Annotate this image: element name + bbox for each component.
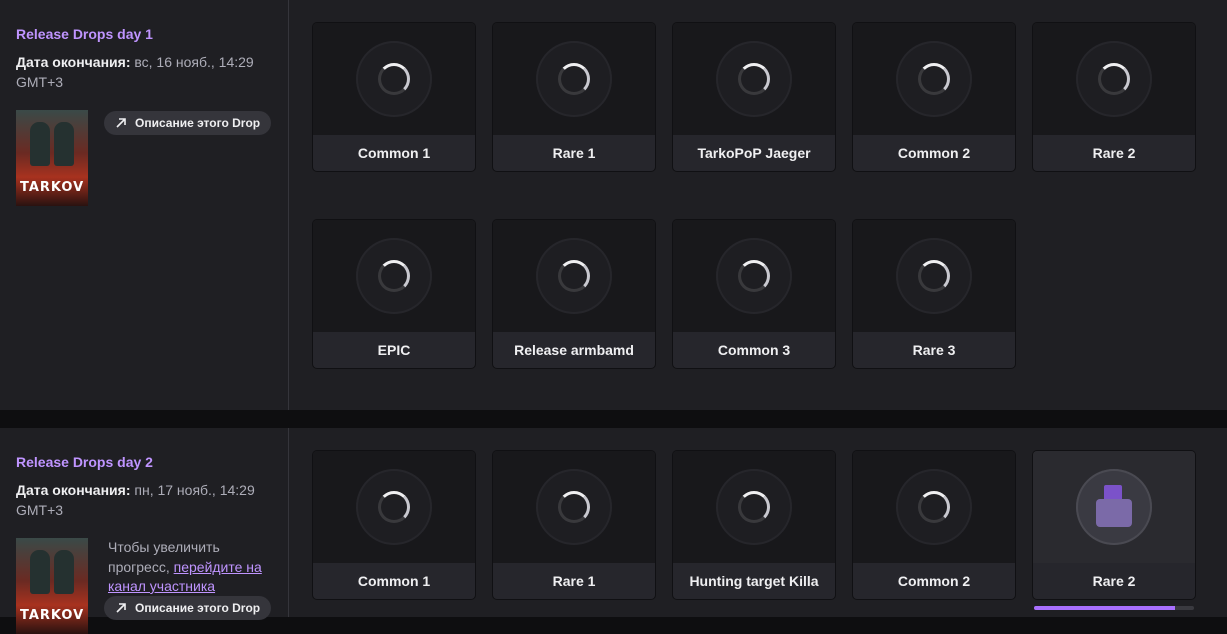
loading-spinner-icon — [378, 491, 410, 523]
reward-card[interactable]: EPIC — [313, 220, 475, 368]
reward-card[interactable]: Common 3 — [673, 220, 835, 368]
campaign-end-date: Дата окончания: вс, 16 нояб., 14:29 GMT+… — [16, 52, 276, 92]
reward-grid: Common 1 Rare 1 TarkoPoP Jaeger Common 2… — [289, 0, 1227, 410]
reward-card[interactable]: Hunting target Killa — [673, 451, 835, 599]
end-date-label: Дата окончания: — [16, 482, 131, 498]
soldier-figure — [30, 550, 50, 594]
reward-name: Rare 1 — [552, 145, 596, 161]
loading-spinner-icon — [1098, 63, 1130, 95]
reward-name: Rare 2 — [1092, 145, 1136, 161]
external-link-arrow-icon — [116, 118, 126, 128]
reward-card[interactable]: Rare 2 — [1033, 23, 1195, 171]
campaign-title: Release Drops day 1 — [16, 26, 153, 42]
reward-name: Rare 3 — [912, 342, 956, 358]
campaign-info: Release Drops day 2 Дата окончания: пн, … — [0, 428, 289, 634]
reward-image — [673, 23, 835, 135]
loading-spinner-icon — [918, 63, 950, 95]
reward-card[interactable]: Rare 1 — [493, 23, 655, 171]
game-logo: TARKOV — [20, 608, 85, 623]
reward-card[interactable]: TarkoPoP Jaeger — [673, 23, 835, 171]
loading-spinner-icon — [738, 63, 770, 95]
reward-name: Common 1 — [357, 573, 431, 589]
reward-image — [493, 23, 655, 135]
loading-spinner-icon — [918, 491, 950, 523]
loading-spinner-icon — [918, 260, 950, 292]
reward-card[interactable]: Common 2 — [853, 23, 1015, 171]
reward-image — [853, 451, 1015, 563]
loading-spinner-icon — [378, 63, 410, 95]
loading-spinner-icon — [558, 63, 590, 95]
reward-grid: Common 1 Rare 1 Hunting target Killa Com… — [289, 428, 1227, 617]
reward-image — [1033, 451, 1195, 563]
loading-spinner-icon — [558, 260, 590, 292]
campaign-title: Release Drops day 2 — [16, 454, 153, 470]
reward-name: Rare 1 — [552, 573, 596, 589]
reward-card[interactable]: Rare 1 — [493, 451, 655, 599]
reward-badge — [1076, 469, 1152, 545]
campaign-info: Release Drops day 1 Дата окончания: вс, … — [0, 0, 289, 410]
soldier-figure — [54, 122, 74, 166]
reward-name: Common 3 — [717, 342, 791, 358]
reward-name: Common 1 — [357, 145, 431, 161]
reward-image — [313, 220, 475, 332]
loading-spinner-icon — [378, 260, 410, 292]
reward-image — [493, 220, 655, 332]
reward-name: Rare 2 — [1092, 573, 1136, 589]
reward-image — [313, 451, 475, 563]
reward-card[interactable]: Common 1 — [313, 23, 475, 171]
loading-spinner-icon — [738, 260, 770, 292]
reward-image — [853, 220, 1015, 332]
reward-image — [493, 451, 655, 563]
campaign-separator — [0, 410, 1227, 428]
external-link-arrow-icon — [116, 603, 126, 613]
reward-image — [1033, 23, 1195, 135]
reward-image — [853, 23, 1015, 135]
game-box-art[interactable]: TARKOV — [16, 538, 88, 634]
reward-card[interactable]: Release armbamd — [493, 220, 655, 368]
drop-description-button[interactable]: Описание этого Drop — [104, 111, 272, 135]
reward-card[interactable]: Common 2 — [853, 451, 1015, 599]
reward-name: Common 2 — [897, 573, 971, 589]
campaign-end-date: Дата окончания: пн, 17 нояб., 14:29 GMT+… — [16, 480, 276, 520]
reward-image — [673, 220, 835, 332]
end-date-label: Дата окончания: — [16, 54, 131, 70]
reward-card[interactable]: Rare 3 — [853, 220, 1015, 368]
game-logo: TARKOV — [20, 180, 85, 195]
campaign-release-drops-day-2: Release Drops day 2 Дата окончания: пн, … — [0, 428, 1227, 634]
reward-card-active[interactable]: Rare 2 — [1033, 451, 1195, 599]
reward-name: EPIC — [377, 342, 411, 358]
reward-name: Release armbamd — [514, 342, 634, 358]
reward-image — [673, 451, 835, 563]
reward-progress-bar — [1034, 606, 1194, 610]
reward-card[interactable]: Common 1 — [313, 451, 475, 599]
reward-image — [313, 23, 475, 135]
reward-name: TarkoPoP Jaeger — [697, 145, 811, 161]
loading-spinner-icon — [558, 491, 590, 523]
soldier-figure — [30, 122, 50, 166]
chest-icon — [1096, 499, 1132, 527]
drop-description-label: Описание этого Drop — [135, 601, 261, 615]
loading-spinner-icon — [738, 491, 770, 523]
reward-name: Hunting target Killa — [689, 573, 819, 589]
reward-progress-fill — [1034, 606, 1175, 610]
reward-name: Common 2 — [897, 145, 971, 161]
soldier-figure — [54, 550, 74, 594]
progress-hint: Чтобы увеличить прогресс, перейдите на к… — [108, 538, 283, 597]
drop-description-button[interactable]: Описание этого Drop — [104, 596, 272, 620]
campaign-release-drops-day-1: Release Drops day 1 Дата окончания: вс, … — [0, 0, 1227, 410]
drop-description-label: Описание этого Drop — [135, 116, 261, 130]
game-box-art[interactable]: TARKOV — [16, 110, 88, 206]
